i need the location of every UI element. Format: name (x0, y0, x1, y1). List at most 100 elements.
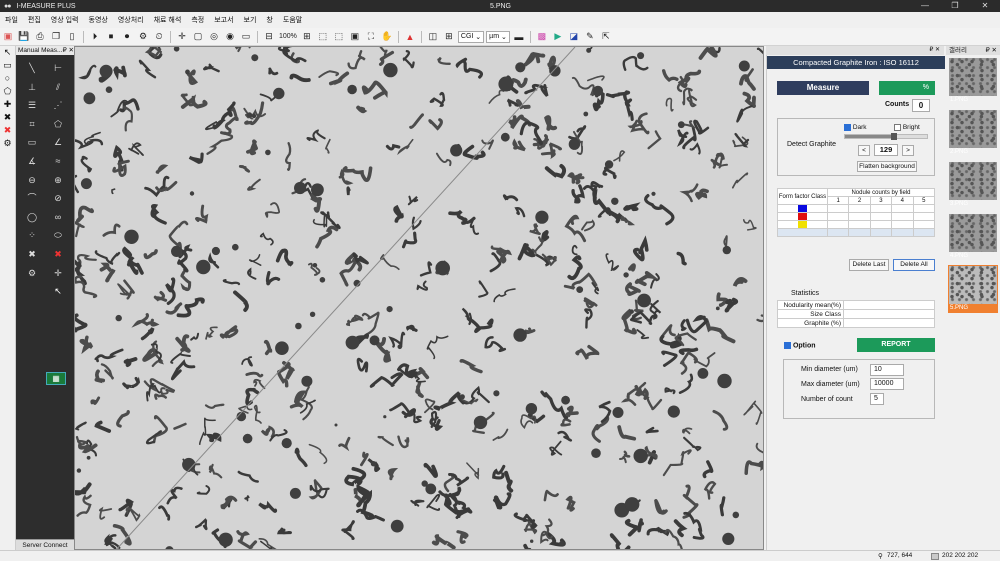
select-arrow-icon[interactable]: ↖ (0, 46, 15, 59)
capture-icon[interactable]: ◉ (224, 31, 236, 43)
threshold-value[interactable]: 129 (874, 144, 898, 156)
play-icon[interactable]: ⏵ (89, 31, 101, 43)
max-diameter-input[interactable]: 10000 (870, 378, 904, 390)
target-icon[interactable]: ◎ (208, 31, 220, 43)
perpendicular-icon[interactable]: ⊥ (20, 78, 44, 97)
menu-material-analysis[interactable]: 채료 해석 (149, 15, 187, 25)
strip-settings-icon[interactable]: ⚙ (0, 137, 15, 150)
circle-3pt-icon[interactable]: ⊕ (46, 171, 70, 190)
menu-file[interactable]: 파일 (0, 15, 23, 25)
restore-button[interactable]: ❐ (940, 0, 970, 12)
rect-tool-icon[interactable]: ▭ (20, 133, 44, 152)
fit-window-icon[interactable]: ⬚ (317, 31, 329, 43)
frame-icon[interactable]: ▢ (192, 31, 204, 43)
crosshair-tool-icon[interactable]: ✛ (46, 264, 70, 283)
circle-distance-icon[interactable]: ∞ (46, 208, 70, 227)
point-count-icon[interactable]: ⁘ (20, 226, 44, 245)
flatten-background-button[interactable]: Flatten background (857, 161, 917, 172)
image-filter-icon[interactable]: ▶ (552, 31, 564, 43)
threshold-slider[interactable] (844, 133, 928, 140)
micrograph-image[interactable] (75, 47, 764, 550)
menu-view[interactable]: 보기 (239, 15, 262, 25)
menu-window[interactable]: 창 (261, 15, 277, 25)
table-total-row[interactable] (777, 228, 935, 238)
actual-size-icon[interactable]: ▣ (349, 31, 361, 43)
image-adjust-icon[interactable]: ◪ (568, 31, 580, 43)
screen-icon[interactable]: ▭ (240, 31, 252, 43)
menu-help[interactable]: 도움말 (278, 15, 307, 25)
bright-checkbox[interactable]: Bright (894, 124, 920, 131)
tool-settings-icon[interactable]: ⚙ (20, 264, 44, 283)
circle-center-icon[interactable]: ⊖ (20, 171, 44, 190)
ellipse-tool-icon[interactable]: ◯ (20, 208, 44, 227)
delete-last-button[interactable]: Delete Last (849, 259, 889, 271)
scale-bar-icon[interactable]: ▬ (513, 31, 525, 43)
move-icon[interactable]: ✚ (0, 98, 15, 111)
print-icon[interactable]: ⎙ (34, 31, 46, 43)
menu-measure[interactable]: 측정 (186, 15, 209, 25)
image-viewport[interactable] (74, 46, 764, 550)
angle-lines-icon[interactable]: ⋰ (46, 96, 70, 115)
ellipse-fit-icon[interactable]: ⬭ (46, 226, 70, 245)
percent-button[interactable]: % (879, 81, 935, 95)
threshold-increase-button[interactable]: > (902, 145, 914, 156)
angle-3pt-icon[interactable]: ∡ (20, 152, 44, 171)
crosshair-icon[interactable]: ✛ (176, 31, 188, 43)
unit-select[interactable]: µm ⌄ (486, 30, 510, 43)
record-icon[interactable]: ⏺ (121, 31, 133, 43)
circle-shape-icon[interactable]: ○ (0, 72, 15, 85)
angle-tool-icon[interactable]: ∠ (46, 133, 70, 152)
camera-icon[interactable]: ▣ (2, 31, 14, 43)
server-connect-button[interactable]: Server Connect (16, 539, 74, 550)
settings-icon[interactable]: ⚙ (137, 31, 149, 43)
minimize-button[interactable]: — (910, 0, 940, 12)
circle-radius-icon[interactable]: ⊘ (46, 189, 70, 208)
menu-video[interactable]: 동영상 (84, 15, 113, 25)
delete-all-measure-icon[interactable]: ✖ (46, 245, 70, 264)
multi-line-icon[interactable]: ☰ (20, 96, 44, 115)
dark-checkbox[interactable]: Dark (844, 124, 867, 131)
analysis-panel-pin-icon[interactable]: ₽ ✕ (929, 47, 940, 53)
delete-icon[interactable]: ✖ (0, 111, 15, 124)
fullscreen-icon[interactable]: ⛶ (365, 31, 377, 43)
panel-pin-icon[interactable]: ₽ ✕ (63, 46, 74, 55)
pan-hand-icon[interactable]: ✋ (381, 31, 393, 43)
gallery-thumbnail[interactable]: 1.PNG (948, 57, 998, 105)
split-view-icon[interactable]: ◫ (427, 31, 439, 43)
rectangle-shape-icon[interactable]: ▭ (0, 59, 15, 72)
measure-button[interactable]: Measure (777, 81, 869, 95)
menu-image-processing[interactable]: 영상처리 (113, 15, 149, 25)
stop-icon[interactable]: ⏹ (105, 31, 117, 43)
pointer-tool-icon[interactable]: ↖ (46, 282, 70, 301)
fit-width-icon[interactable]: ⬚ (333, 31, 345, 43)
grid-view-icon[interactable]: ⊞ (443, 31, 455, 43)
delete-measure-icon[interactable]: ✖ (20, 245, 44, 264)
polygon-shape-icon[interactable]: ⬠ (0, 85, 15, 98)
menu-report[interactable]: 보고서 (209, 15, 238, 25)
arc-tool-icon[interactable]: ⌒ (20, 189, 44, 208)
annotation-icon[interactable]: ✎ (584, 31, 596, 43)
table-row[interactable] (777, 212, 935, 222)
menu-image-input[interactable]: 영상 입력 (46, 15, 84, 25)
number-of-count-input[interactable]: 5 (870, 393, 884, 405)
save-icon[interactable]: 💾 (18, 31, 30, 43)
threshold-slider-thumb[interactable] (891, 133, 897, 140)
zoom-out-icon[interactable]: ⊟ (263, 31, 275, 43)
table-export-icon[interactable]: ▦ (46, 372, 66, 385)
min-diameter-input[interactable]: 10 (870, 364, 904, 376)
horizontal-distance-icon[interactable]: ⊢ (46, 59, 70, 78)
delete-all-icon[interactable]: ✖ (0, 124, 15, 137)
timer-icon[interactable]: ⏲ (153, 31, 165, 43)
copy-icon[interactable]: ❐ (50, 31, 62, 43)
color-spectrum-icon[interactable]: ▲ (404, 31, 416, 43)
table-row[interactable] (777, 203, 935, 214)
gallery-thumbnail[interactable]: 2.PNG (948, 109, 998, 157)
image-color-icon[interactable]: ▩ (536, 31, 548, 43)
gallery-thumbnail[interactable]: 4.PNG (948, 213, 998, 261)
curve-tool-icon[interactable]: ≈ (46, 152, 70, 171)
delete-all-button[interactable]: Delete All (893, 259, 935, 271)
table-row[interactable] (777, 220, 935, 230)
gallery-thumbnail-selected[interactable]: 5.PNG (948, 265, 998, 313)
threshold-decrease-button[interactable]: < (858, 145, 870, 156)
paste-icon[interactable]: ▯ (66, 31, 78, 43)
